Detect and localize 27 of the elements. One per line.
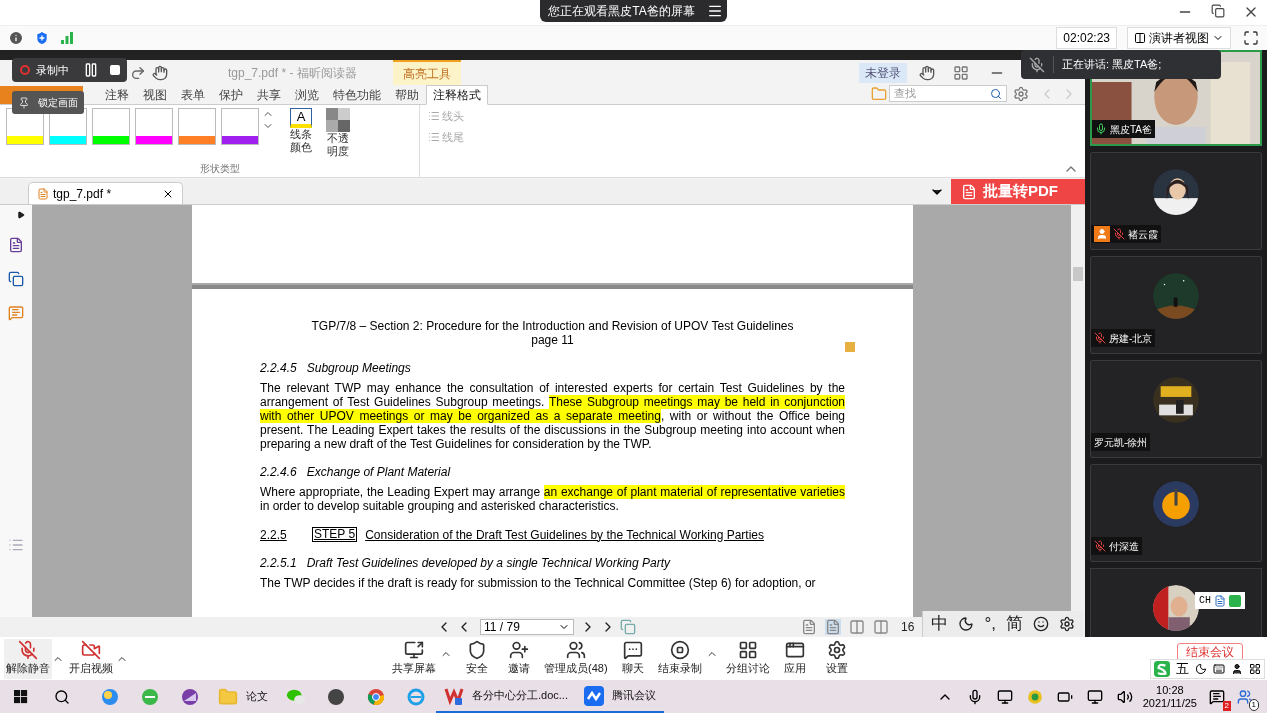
participant-name: 房建-北京 xyxy=(1109,331,1153,346)
meeting-timer: 02:02:23 xyxy=(1056,27,1117,49)
section-heading: 2.2.4.6 Exchange of Plant Material xyxy=(260,465,452,479)
section-number: 2.2.5 xyxy=(260,527,288,542)
notification-badge: 2 xyxy=(1222,700,1231,711)
window-title: tgp_7.pdf * - 福昕阅读器 xyxy=(228,64,358,82)
step-label: STEP 5 xyxy=(312,527,358,542)
sharing-label: 您正在观看黑皮TA爸的屏幕 xyxy=(547,3,696,20)
group-label: 形状类型 xyxy=(199,162,240,176)
section-heading: 2.2.5.1 Draft Test Guidelines developed by a single Technical Working Party xyxy=(260,556,672,570)
speaking-indicator: 正在讲话: 黑皮TA爸; xyxy=(1053,56,1162,73)
paragraph: The TWP decides if the draft is ready for submission to the Technical Committee (Step 6) for adoption, or xyxy=(260,576,817,590)
paragraph: The relevant TWP may enhance the consultation of interested experts for certain Test Guidelines by the arrangement of Test Guidelines Subgroup meetings. These Subgroup meetings may be held in conjunction with other UPOV meetings or may be organized as a separate meeting, with or without the Office being present. The Leading Expert takes the results of the discussions in the Subgroup meeting into account when preparing a new draft of the Test Guidelines for consideration by the TWP. xyxy=(260,381,845,451)
participant-name: 褚云霞 xyxy=(1128,227,1158,242)
page-number: page 11 xyxy=(530,333,575,347)
section-heading: 2.2.4.5 Subgroup Meetings xyxy=(260,361,412,375)
paragraph: Where appropriate, the Leading Expert may arrange an exchange of plant material of representative varieties in order to develop suitable grouping and asterisked characteristics. xyxy=(260,485,845,513)
contact-badge: 1 xyxy=(1248,698,1259,711)
section-title: Consideration of the Draft Test Guidelines by the Technical Working Parties xyxy=(365,527,765,542)
zoom-value: 16 xyxy=(901,619,915,636)
participant-name: 付深造 xyxy=(1109,539,1139,554)
recording-label: 录制中 xyxy=(36,62,69,78)
participant-name: 黑皮TA爸 xyxy=(1110,122,1153,137)
lock-screen-label: 锁定画面 xyxy=(38,96,78,110)
participant-name: 罗元凯-徐州 xyxy=(1094,435,1148,450)
page-header: TGP/7/8 – Section 2: Procedure for the Introduction and Revision of UPOV Test Guidelines xyxy=(310,319,795,333)
document-tab-label: tgp_7.pdf * xyxy=(53,185,113,203)
